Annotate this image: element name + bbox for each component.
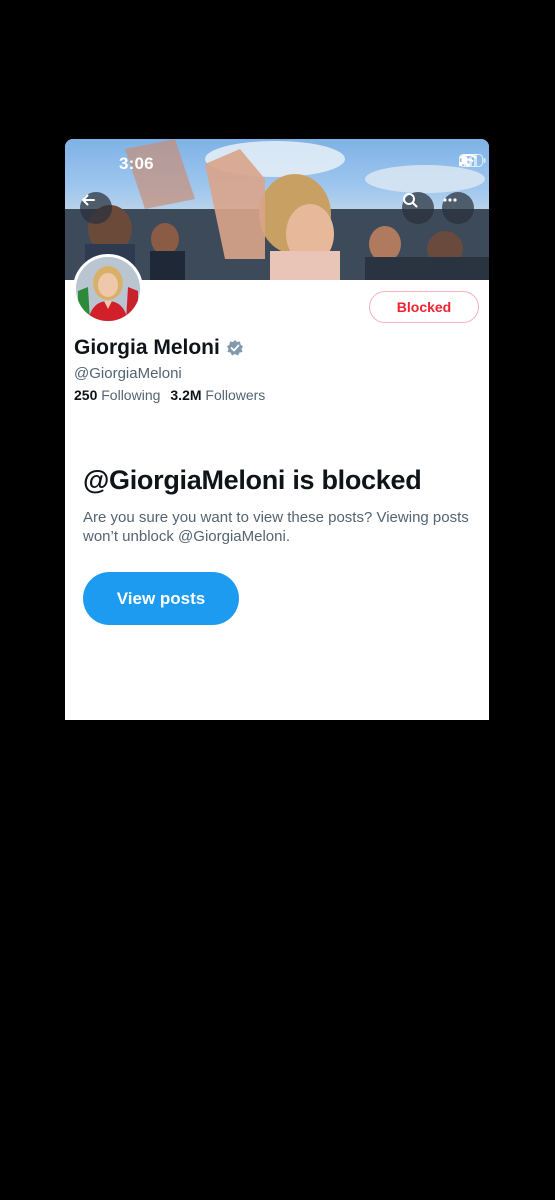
- followers-link[interactable]: 3.2M Followers: [170, 387, 265, 403]
- profile-name-row: Giorgia Meloni: [74, 336, 244, 360]
- following-link[interactable]: 250 Following: [74, 387, 160, 403]
- profile-banner-image: 3:06: [65, 139, 489, 280]
- verified-badge-icon[interactable]: [226, 339, 244, 357]
- more-button[interactable]: [442, 192, 474, 224]
- avatar-photo: [76, 257, 140, 321]
- battery-icon: [459, 154, 486, 167]
- profile-handle: @GiorgiaMeloni: [74, 365, 182, 382]
- blocked-button[interactable]: Blocked: [369, 291, 479, 323]
- back-button[interactable]: [80, 192, 112, 224]
- following-label: Following: [101, 387, 161, 403]
- following-count: 250: [74, 387, 98, 403]
- search-button[interactable]: [402, 192, 434, 224]
- view-posts-button[interactable]: View posts: [83, 572, 239, 625]
- status-time: 3:06: [119, 154, 154, 173]
- profile-name: Giorgia Meloni: [74, 336, 220, 359]
- blocked-notice-description: Are you sure you want to view these post…: [83, 509, 469, 545]
- search-icon: [403, 193, 418, 208]
- more-horizontal-icon: [443, 198, 457, 202]
- followers-label: Followers: [205, 387, 266, 403]
- status-bar: 3:06: [65, 139, 489, 187]
- avatar[interactable]: [73, 254, 143, 324]
- blocked-notice-title: @GiorgiaMeloni is blocked: [83, 465, 422, 495]
- follow-stats: 250 Following 3.2M Followers: [74, 387, 265, 403]
- profile-card: 3:06 Blocked Giorgia Meloni @GiorgiaMelo…: [65, 139, 489, 720]
- arrow-left-icon: [82, 194, 95, 206]
- followers-count: 3.2M: [170, 387, 202, 403]
